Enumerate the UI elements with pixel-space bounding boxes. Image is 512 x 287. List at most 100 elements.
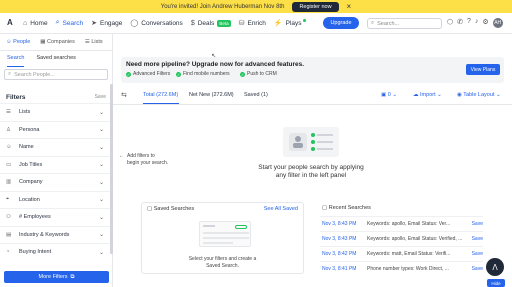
- chevron-down-icon: ⌄: [98, 214, 104, 221]
- building-icon: ▥: [6, 179, 12, 186]
- see-all-saved-link[interactable]: See All Saved: [264, 206, 298, 212]
- active-tab-underline: [143, 103, 179, 104]
- help-icon[interactable]: ?: [467, 18, 471, 28]
- entity-subnav: ☺ People ▦ Companies ☰ Lists: [0, 34, 112, 51]
- search-icon: ⌕: [8, 71, 12, 77]
- feature-item: ✓ Advanced Filters: [126, 71, 171, 77]
- assistant-fab-button[interactable]: Λ: [486, 258, 504, 276]
- recent-search-row[interactable]: Nov 3, 8:43 PM Keywords: apollo, Email St…: [320, 231, 483, 246]
- bell-icon[interactable]: ♪: [475, 18, 479, 28]
- chevron-down-icon: ⌄: [98, 232, 104, 239]
- filter-buying-intent[interactable]: ◔ Buying Intent ⌄: [0, 243, 112, 261]
- filter-toggle-icon[interactable]: ⇆: [121, 91, 127, 99]
- sidebar-scrollbar[interactable]: [110, 84, 113, 254]
- hide-button[interactable]: Hide: [487, 279, 505, 287]
- chevron-down-icon: ⌄: [98, 144, 104, 151]
- dollar-icon: $: [190, 19, 195, 27]
- nav-home[interactable]: ⌂ Home: [23, 20, 48, 27]
- search-icon: ⌕: [55, 19, 60, 26]
- upgrade-upsell-banner: Need more pipeline? Upgrade now for adva…: [121, 57, 504, 83]
- recent-search-row[interactable]: Nov 3, 8:43 PM Keywords: apollo, Email St…: [320, 216, 483, 231]
- saved-searches-card: ▢ Saved Searches See All Saved Select yo…: [141, 202, 304, 274]
- global-search-input[interactable]: ⌕ Search...: [367, 18, 442, 29]
- home-icon: ⌂: [23, 19, 28, 27]
- register-now-button[interactable]: Register now: [292, 1, 339, 12]
- check-icon: ✓: [126, 71, 131, 77]
- database-icon: ⛁: [238, 20, 245, 27]
- recent-search-row[interactable]: Nov 3, 8:41 PM Phone number types: Work D…: [320, 261, 483, 276]
- view-plans-button[interactable]: View Plans: [466, 64, 500, 75]
- tab-companies[interactable]: ▦ Companies: [40, 39, 75, 45]
- filters-title: Filters: [6, 93, 26, 101]
- bolt-icon: ⚡: [273, 20, 283, 27]
- shield-icon[interactable]: ⬡: [447, 18, 453, 28]
- chevron-down-icon: ⌄: [98, 249, 104, 256]
- save-search-button[interactable]: Save: [469, 251, 483, 257]
- tab-saved-searches[interactable]: Saved searches: [36, 55, 75, 67]
- phone-icon[interactable]: ✆: [457, 18, 463, 28]
- recent-searches-card: ▢ Recent Searches Nov 3, 8:43 PM Keywords…: [317, 202, 483, 276]
- filter-job-titles[interactable]: ▭ Job Titles ⌄: [0, 155, 112, 174]
- gear-icon[interactable]: ⚙: [482, 18, 488, 28]
- nav-conversations[interactable]: ◯ Conversations: [130, 19, 182, 28]
- save-search-button[interactable]: Save: [469, 221, 483, 227]
- chevron-down-icon: ⌄: [98, 162, 104, 169]
- filter-sidebar: ☺ People ▦ Companies ☰ Lists Search Save…: [0, 34, 113, 287]
- search-icon: ⌕: [371, 20, 375, 26]
- nav-icons: ⬡ ✆ ? ♪ ⚙ AH: [447, 18, 503, 28]
- save-search-button[interactable]: Save: [469, 266, 483, 272]
- top-nav: A ⌂ Home ⌕ Search ➤ Engage ◯ Conversations $…: [0, 13, 512, 34]
- search-tabs: Search Saved searches: [0, 51, 112, 67]
- saved-searches-empty-text: Select your filters and create a Saved Se…: [188, 256, 257, 269]
- saved-search-illustration-icon: [199, 221, 251, 247]
- tab-total[interactable]: Total (272.6M): [143, 92, 178, 98]
- people-search-input[interactable]: ⌕ Search People...: [4, 69, 108, 80]
- filter-persona[interactable]: ♙ Persona ⌄: [0, 120, 112, 139]
- feature-item: ✓ Find mobile numbers: [176, 71, 230, 77]
- filters-header: Filters Save: [0, 91, 112, 103]
- list-icon: ▣: [381, 92, 387, 98]
- avatar[interactable]: AH: [492, 18, 503, 28]
- filter-industry-keywords[interactable]: ▤ Industry & Keywords ⌄: [0, 225, 112, 244]
- promo-banner: You're invited! Join Andrew Huberman Nov…: [0, 0, 512, 13]
- nav-plays[interactable]: ⚡ Plays: [274, 19, 306, 27]
- more-filters-button[interactable]: More Filters ⧉: [4, 271, 109, 283]
- save-filters-button[interactable]: Save: [95, 94, 106, 100]
- nav-deals[interactable]: $ Deals Beta: [190, 19, 231, 27]
- filter-name[interactable]: ☺ Name ⌄: [0, 138, 112, 156]
- empty-state-message: Start your people search by applying any …: [258, 164, 364, 179]
- upgrade-button[interactable]: Upgrade: [323, 17, 359, 29]
- nav-search[interactable]: ⌕ Search: [56, 19, 84, 27]
- recent-searches-title: ▢ Recent Searches: [322, 205, 371, 211]
- filter-lists[interactable]: ☰ Lists ⌄: [0, 103, 112, 121]
- apollo-logo-icon[interactable]: A: [7, 19, 15, 27]
- nav-enrich[interactable]: ⛁ Enrich: [238, 19, 266, 28]
- upsell-heading: Need more pipeline? Upgrade now for adva…: [126, 61, 305, 68]
- save-search-button[interactable]: Save: [469, 236, 483, 242]
- tab-net-new[interactable]: Net New (272.6M): [189, 92, 234, 98]
- banner-text: You're invited! Join Andrew Huberman Nov…: [160, 3, 285, 10]
- bookmark-icon: ▢: [147, 206, 153, 212]
- tab-saved[interactable]: Saved (1): [244, 92, 268, 98]
- close-icon[interactable]: ×: [347, 2, 352, 11]
- people-search-illustration-icon: [283, 127, 339, 157]
- import-dropdown[interactable]: ☁ Import ⌄: [413, 92, 442, 98]
- add-filters-hint: ← Add filters to begin your search.: [119, 153, 169, 166]
- feature-item: ✓ Push to CRM: [240, 71, 277, 77]
- filter-location[interactable]: ⌖ Location ⌄: [0, 190, 112, 209]
- chevron-down-icon: ⌄: [98, 179, 104, 186]
- chevron-down-icon: ⌄: [98, 109, 104, 116]
- send-icon: ➤: [91, 20, 97, 27]
- list-icon: ☰: [6, 109, 11, 116]
- filter-company[interactable]: ▥ Company ⌄: [0, 173, 112, 191]
- filter-employees[interactable]: ⚇ # Employees ⌄: [0, 208, 112, 226]
- table-layout-dropdown[interactable]: ◉ Table Layout ⌄: [457, 92, 501, 98]
- tab-lists[interactable]: ☰ Lists: [85, 39, 103, 45]
- recent-search-row[interactable]: Nov 3, 8:42 PM Keywords: matt, Email Stat…: [320, 246, 483, 261]
- saved-searches-title: ▢ Saved Searches: [147, 206, 195, 212]
- tab-people[interactable]: ☺ People: [6, 39, 30, 45]
- persona-icon: ♙: [6, 126, 11, 133]
- tab-search[interactable]: Search: [7, 55, 25, 67]
- nav-engage[interactable]: ➤ Engage: [91, 19, 122, 28]
- list-count-dropdown[interactable]: ▣ 0 ⌄: [381, 92, 397, 98]
